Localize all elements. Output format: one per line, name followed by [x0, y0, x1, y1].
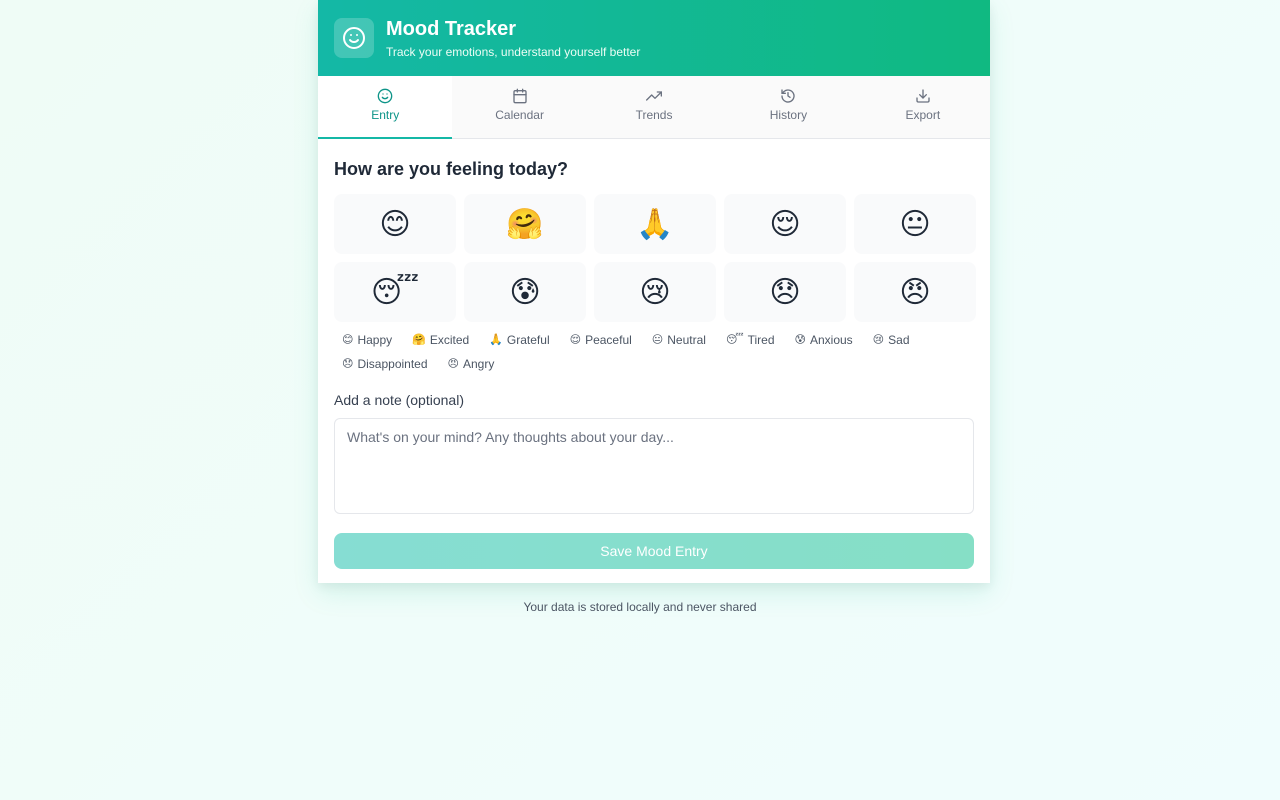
legend-item-excited: 🤗 Excited — [412, 332, 469, 348]
mood-button-sad[interactable]: 😢 — [594, 262, 716, 322]
mood-button-peaceful[interactable]: 😌 — [724, 194, 846, 254]
entry-panel: How are you feeling today? 😊 🤗 🙏 😌 😐 😴 😰… — [318, 139, 990, 583]
legend-emoji: 😊 — [342, 333, 354, 346]
legend-emoji: 😞 — [342, 357, 354, 370]
legend-label: Sad — [888, 333, 910, 347]
mood-grid: 😊 🤗 🙏 😌 😐 😴 😰 😢 😞 😠 — [334, 194, 976, 322]
mood-button-anxious[interactable]: 😰 — [464, 262, 586, 322]
legend-label: Disappointed — [357, 357, 428, 371]
history-icon — [781, 89, 796, 103]
calendar-icon — [512, 88, 527, 104]
app-subtitle: Track your emotions, understand yourself… — [386, 45, 641, 59]
legend-label: Neutral — [667, 333, 706, 347]
note-label: Add a note (optional) — [334, 392, 464, 408]
save-mood-button[interactable]: Save Mood Entry — [334, 533, 974, 569]
legend-emoji: 😢 — [872, 333, 885, 346]
header-text: Mood Tracker Track your emotions, unders… — [386, 17, 640, 59]
smile-icon — [334, 18, 374, 58]
legend-emoji: 🙏 — [489, 333, 503, 346]
mood-question: How are you feeling today? — [334, 159, 569, 179]
legend-label: Peaceful — [585, 333, 632, 347]
tab-label: Entry — [371, 108, 400, 122]
legend-label: Angry — [463, 357, 495, 371]
legend-label: Happy — [357, 333, 393, 347]
legend-label: Excited — [429, 333, 470, 347]
tab-trends[interactable]: Trends — [587, 76, 721, 138]
tab-bar: Entry Calendar Trends History Export — [318, 76, 990, 139]
note-textarea[interactable] — [334, 418, 974, 514]
smile-icon — [377, 88, 393, 104]
tab-history[interactable]: History — [721, 76, 855, 138]
legend-emoji: 😰 — [794, 333, 806, 346]
legend-item-disappointed: 😞 Disappointed — [342, 356, 428, 372]
legend-item-anxious: 😰 Anxious — [795, 332, 853, 348]
mood-button-excited[interactable]: 🤗 — [464, 194, 586, 254]
tab-label: Trends — [635, 108, 673, 122]
legend-item-neutral: 😐 Neutral — [652, 332, 706, 348]
app-header: Mood Tracker Track your emotions, unders… — [318, 0, 990, 76]
mood-button-neutral[interactable]: 😐 — [854, 194, 976, 254]
legend-emoji: 😌 — [569, 333, 582, 346]
legend-item-sad: 😢 Sad — [873, 332, 910, 348]
legend-emoji: 😴 — [725, 333, 744, 346]
legend-emoji: 😠 — [447, 357, 459, 370]
tab-entry[interactable]: Entry — [318, 76, 453, 139]
mood-button-disappointed[interactable]: 😞 — [724, 262, 846, 322]
app-title: Mood Tracker — [386, 18, 517, 40]
legend-label: Tired — [747, 333, 775, 347]
tab-label: Export — [905, 108, 941, 122]
tab-export[interactable]: Export — [856, 76, 990, 138]
tab-label: Calendar — [495, 108, 544, 122]
tab-label: History — [769, 108, 808, 122]
mood-button-tired[interactable]: 😴 — [334, 262, 456, 322]
privacy-footer: Your data is stored locally and never sh… — [523, 600, 757, 614]
mood-tracker-card: Mood Tracker Track your emotions, unders… — [318, 0, 990, 583]
mood-legend: 😊 Happy 🤗 Excited 🙏 Grateful 😌 Peaceful 😐 Neu… — [334, 332, 974, 372]
legend-item-peaceful: 😌 Peaceful — [570, 332, 632, 348]
legend-emoji: 😐 — [651, 333, 664, 346]
legend-item-angry: 😠 Angry — [448, 356, 495, 372]
legend-item-happy: 😊 Happy — [342, 332, 392, 348]
legend-emoji: 🤗 — [412, 333, 426, 346]
legend-label: Grateful — [506, 333, 550, 347]
mood-button-happy[interactable]: 😊 — [334, 194, 456, 254]
mood-button-grateful[interactable]: 🙏 — [594, 194, 716, 254]
legend-item-tired: 😴 Tired — [726, 332, 775, 348]
trending-up-icon — [646, 91, 663, 101]
legend-label: Anxious — [809, 333, 853, 347]
legend-item-grateful: 🙏 Grateful — [489, 332, 549, 348]
download-icon — [916, 89, 930, 103]
tab-calendar[interactable]: Calendar — [452, 76, 586, 138]
mood-button-angry[interactable]: 😠 — [854, 262, 976, 322]
